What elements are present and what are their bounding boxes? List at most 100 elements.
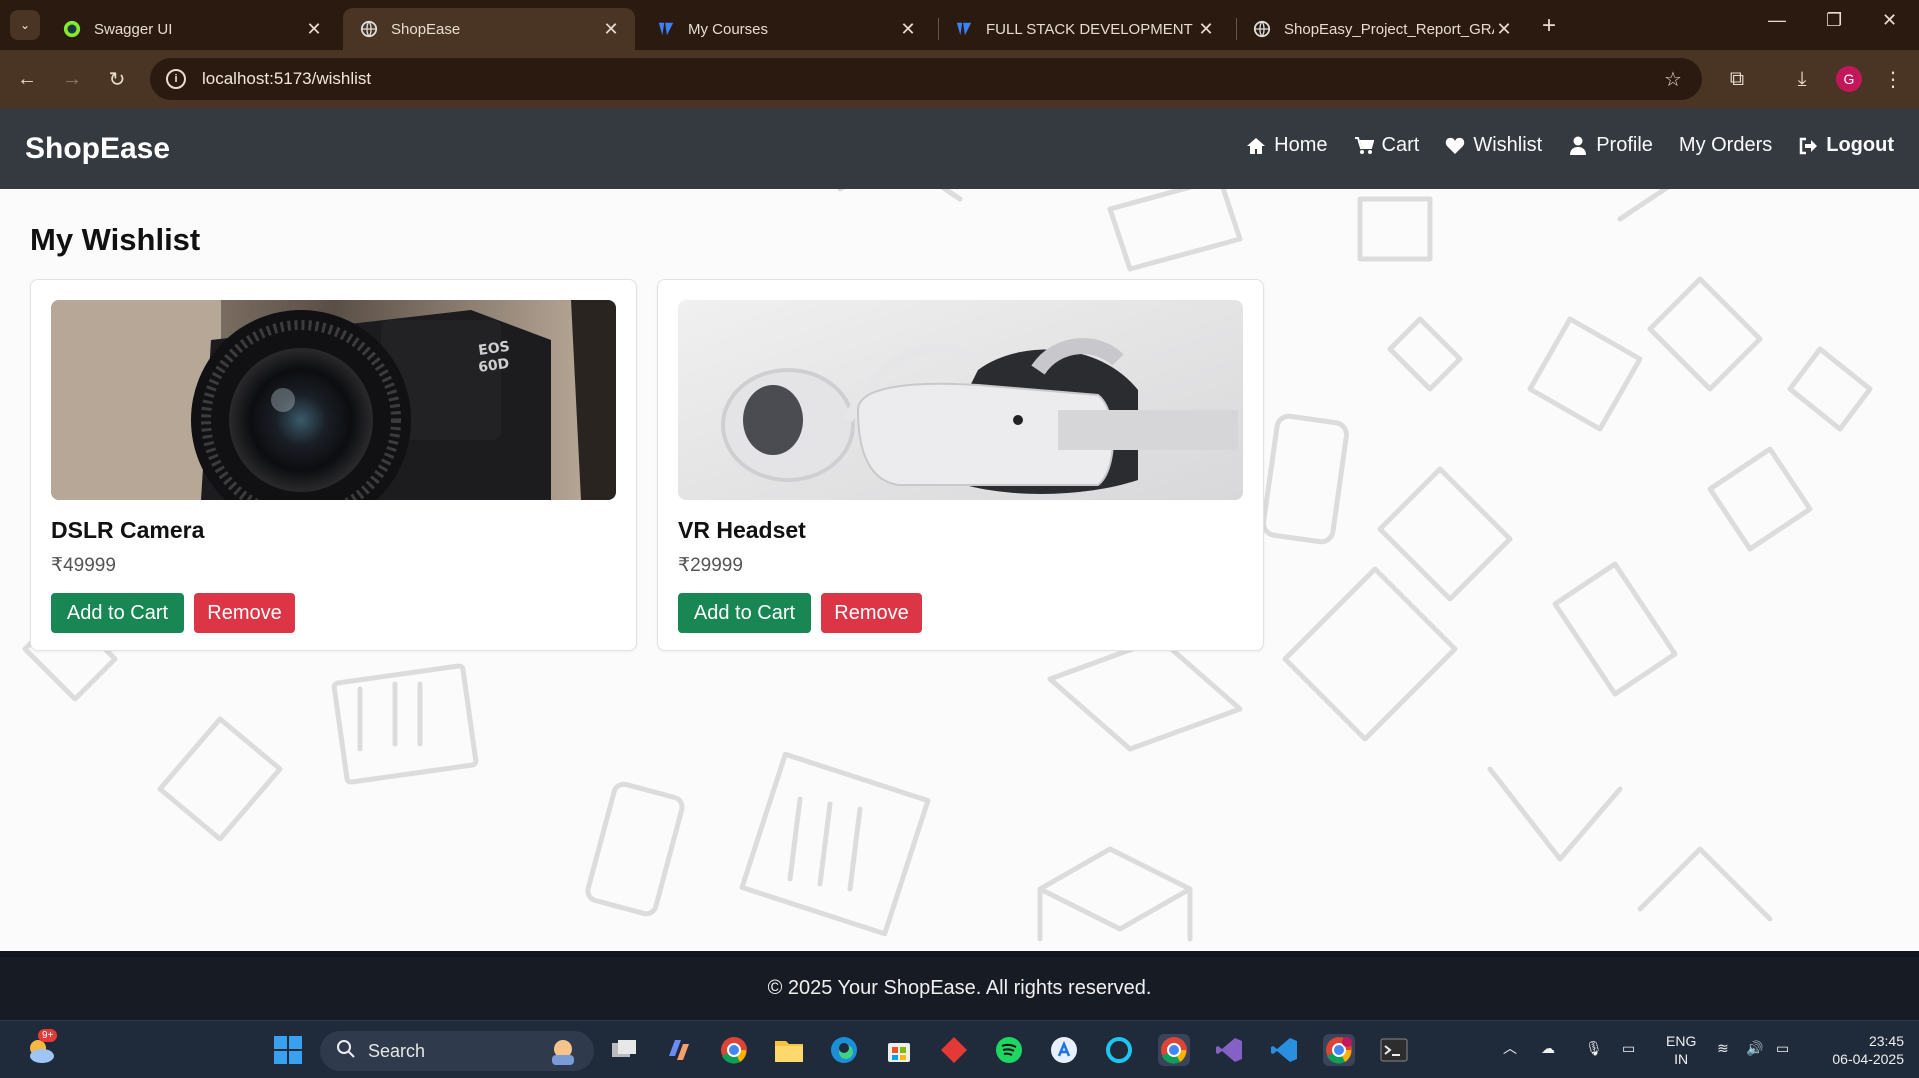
search-label: Search: [368, 1040, 426, 1061]
region-label: IN: [1674, 1051, 1689, 1067]
wishlist-card: EOS 60D DSLR Camera ₹49999 Add to Cart R…: [30, 279, 637, 651]
diamond-app-icon[interactable]: [938, 1034, 970, 1066]
nav-profile[interactable]: Profile: [1568, 134, 1653, 157]
address-bar[interactable]: i localhost:5173/wishlist: [150, 58, 1702, 100]
browser-tab-strip: ⌄ Swagger UI ✕ ShopEase ✕ My Courses ✕ F…: [0, 0, 1919, 50]
nav-wishlist-label: Wishlist: [1473, 134, 1543, 156]
swagger-icon: [62, 19, 82, 39]
download-icon[interactable]: ⤓: [1787, 64, 1817, 94]
nav-logout-label: Logout: [1826, 134, 1894, 156]
app-navbar: ShopEase Home Cart Wishlist Profile My O…: [0, 108, 1919, 189]
add-to-cart-button[interactable]: Add to Cart: [51, 593, 184, 633]
close-icon[interactable]: ✕: [1196, 19, 1216, 40]
nav-home[interactable]: Home: [1246, 134, 1328, 157]
microsoft-store-icon[interactable]: [883, 1034, 915, 1066]
keyboard-icon[interactable]: ▭: [1622, 1039, 1635, 1057]
page-title: My Wishlist: [30, 222, 201, 257]
chrome-profile-icon[interactable]: [1323, 1034, 1355, 1066]
windows-start-icon[interactable]: [272, 1034, 304, 1066]
windows-taskbar: 9+ Search ︿ ☁ 🎙 ▭ ENG IN ≋ 🔊 ▭ 23:45 06-…: [0, 1020, 1919, 1078]
courses-icon: [954, 19, 974, 39]
taskbar-search[interactable]: Search: [320, 1031, 594, 1071]
user-icon: [1570, 136, 1587, 155]
tab-search-button[interactable]: ⌄: [10, 10, 40, 40]
terminal-icon[interactable]: [1378, 1034, 1410, 1066]
tab-full-stack[interactable]: FULL STACK DEVELOPMENT - C ✕: [938, 8, 1230, 50]
copilot-icon[interactable]: [663, 1034, 695, 1066]
close-icon[interactable]: ✕: [898, 19, 918, 40]
wishlist-card: VR Headset ₹29999 Add to Cart Remove: [657, 279, 1264, 651]
nav-cart[interactable]: Cart: [1354, 134, 1420, 157]
nav-home-label: Home: [1274, 134, 1328, 156]
product-price: ₹29999: [678, 555, 743, 576]
vscode-icon[interactable]: [1268, 1034, 1300, 1066]
tab-title: Swagger UI: [94, 20, 173, 38]
url-text: localhost:5173/wishlist: [202, 69, 372, 88]
chrome-icon[interactable]: [718, 1034, 750, 1066]
globe-icon: [359, 19, 379, 39]
alexa-icon[interactable]: [1103, 1034, 1135, 1066]
brand-logo[interactable]: ShopEase: [25, 132, 170, 166]
add-to-cart-button[interactable]: Add to Cart: [678, 593, 811, 633]
remove-button[interactable]: Remove: [821, 593, 922, 633]
chrome-dev-icon[interactable]: [1158, 1034, 1190, 1066]
file-explorer-icon[interactable]: [773, 1034, 805, 1066]
nav-my-orders[interactable]: My Orders: [1679, 134, 1772, 157]
home-icon: [1247, 137, 1266, 154]
tab-my-courses[interactable]: My Courses ✕: [640, 8, 932, 50]
show-hidden-icons[interactable]: ︿: [1503, 1039, 1517, 1057]
back-arrow-icon[interactable]: ←: [12, 64, 42, 94]
tab-title: ShopEasy_Project_Report_GRAC: [1284, 20, 1494, 38]
reload-icon[interactable]: ↻: [102, 64, 132, 94]
globe-icon: [1252, 19, 1272, 39]
edge-icon[interactable]: [828, 1034, 860, 1066]
nav-links: Home Cart Wishlist Profile My Orders Log…: [1246, 134, 1894, 157]
close-window-icon[interactable]: ✕: [1882, 10, 1897, 31]
footer-copyright: © 2025 Your ShopEase. All rights reserve…: [767, 977, 1152, 999]
menu-kebab-icon[interactable]: ⋮: [1878, 64, 1908, 94]
clock-date: 06-04-2025: [1832, 1051, 1904, 1067]
tab-title: FULL STACK DEVELOPMENT - C: [986, 20, 1196, 38]
nav-wishlist[interactable]: Wishlist: [1445, 134, 1542, 157]
close-icon[interactable]: ✕: [1494, 19, 1514, 40]
remove-button[interactable]: Remove: [194, 593, 295, 633]
restore-icon[interactable]: ❐: [1826, 10, 1842, 31]
visual-studio-icon[interactable]: [1213, 1034, 1245, 1066]
product-name: VR Headset: [678, 517, 806, 543]
site-info-icon[interactable]: i: [166, 69, 186, 89]
product-name: DSLR Camera: [51, 517, 205, 543]
product-image-camera: EOS 60D: [51, 300, 616, 500]
volume-icon[interactable]: 🔊: [1746, 1039, 1763, 1057]
tab-swagger[interactable]: Swagger UI ✕: [46, 8, 338, 50]
clock-time: 23:45: [1868, 1033, 1904, 1049]
battery-icon[interactable]: ▭: [1776, 1039, 1789, 1057]
task-view-icon[interactable]: [608, 1034, 640, 1066]
onedrive-icon[interactable]: ☁: [1541, 1039, 1555, 1057]
nav-cart-label: Cart: [1381, 134, 1420, 156]
app-store-icon[interactable]: [1048, 1034, 1080, 1066]
product-price: ₹49999: [51, 555, 116, 576]
tab-report[interactable]: ShopEasy_Project_Report_GRAC ✕: [1236, 8, 1528, 50]
nav-orders-label: My Orders: [1678, 134, 1773, 156]
profile-avatar[interactable]: G: [1836, 66, 1862, 92]
language-indicator[interactable]: ENG IN: [1666, 1032, 1696, 1068]
wifi-icon[interactable]: ≋: [1717, 1039, 1729, 1057]
microphone-icon[interactable]: 🎙: [1585, 1039, 1603, 1057]
tab-title: My Courses: [688, 20, 769, 38]
new-tab-button[interactable]: +: [1542, 12, 1556, 40]
spotify-icon[interactable]: [993, 1034, 1025, 1066]
tab-title: ShopEase: [391, 20, 461, 38]
nav-logout[interactable]: Logout: [1798, 134, 1894, 157]
weather-badge: 9+: [38, 1029, 58, 1042]
wishlist-page: My Wishlist EOS 60D DSLR Camera ₹49999 A…: [0, 189, 1919, 951]
minimize-icon[interactable]: —: [1768, 10, 1786, 31]
clock[interactable]: 23:45 06-04-2025: [1814, 1032, 1904, 1068]
close-icon[interactable]: ✕: [304, 19, 324, 40]
extensions-icon[interactable]: ⧉: [1722, 64, 1752, 94]
nav-profile-label: Profile: [1596, 134, 1653, 156]
language-label: ENG: [1666, 1033, 1697, 1049]
tab-shopease[interactable]: ShopEase ✕: [343, 8, 635, 50]
close-icon[interactable]: ✕: [601, 19, 621, 40]
forward-arrow-icon[interactable]: →: [57, 64, 87, 94]
bookmark-star-icon[interactable]: ☆: [1658, 64, 1688, 94]
